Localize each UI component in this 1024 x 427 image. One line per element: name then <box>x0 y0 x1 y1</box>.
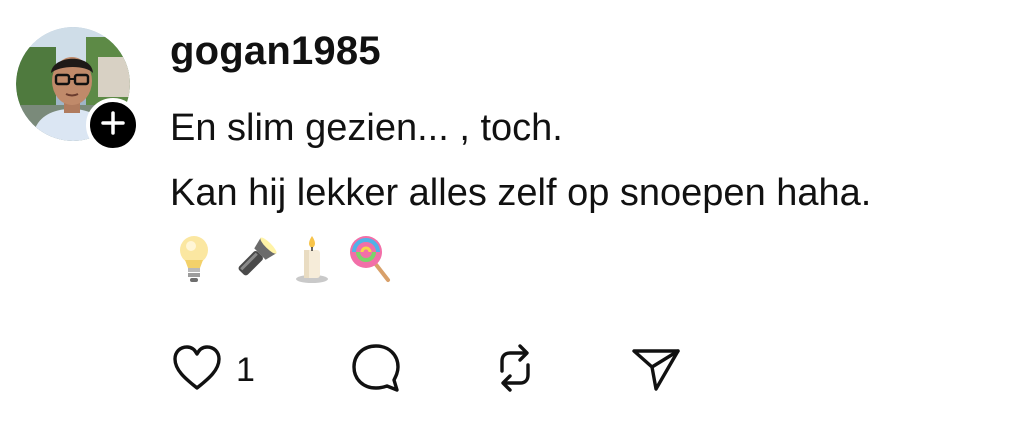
plus-icon <box>100 110 126 141</box>
comment-button[interactable] <box>348 340 404 400</box>
username-link[interactable]: gogan1985 <box>170 27 381 75</box>
lollipop-emoji <box>346 232 396 286</box>
follow-button[interactable] <box>86 98 140 152</box>
emoji-row <box>172 232 396 286</box>
comment-bubble-icon <box>348 341 404 400</box>
post-text-line: En slim gezien... , toch. <box>170 107 563 149</box>
like-button[interactable]: 1 <box>170 340 255 400</box>
repost-icon <box>488 341 542 400</box>
candle-emoji <box>288 232 338 286</box>
avatar-container <box>16 27 140 152</box>
lightbulb-emoji <box>172 232 222 286</box>
share-button[interactable] <box>628 340 684 400</box>
post-text-line: Kan hij lekker alles zelf op snoepen hah… <box>170 172 872 214</box>
send-icon <box>628 341 684 400</box>
like-count: 1 <box>236 351 255 389</box>
thread-post: gogan1985 En slim gezien... , toch. Kan … <box>0 0 1024 427</box>
repost-button[interactable] <box>488 340 542 400</box>
heart-icon <box>170 343 224 398</box>
flashlight-emoji <box>230 232 280 286</box>
